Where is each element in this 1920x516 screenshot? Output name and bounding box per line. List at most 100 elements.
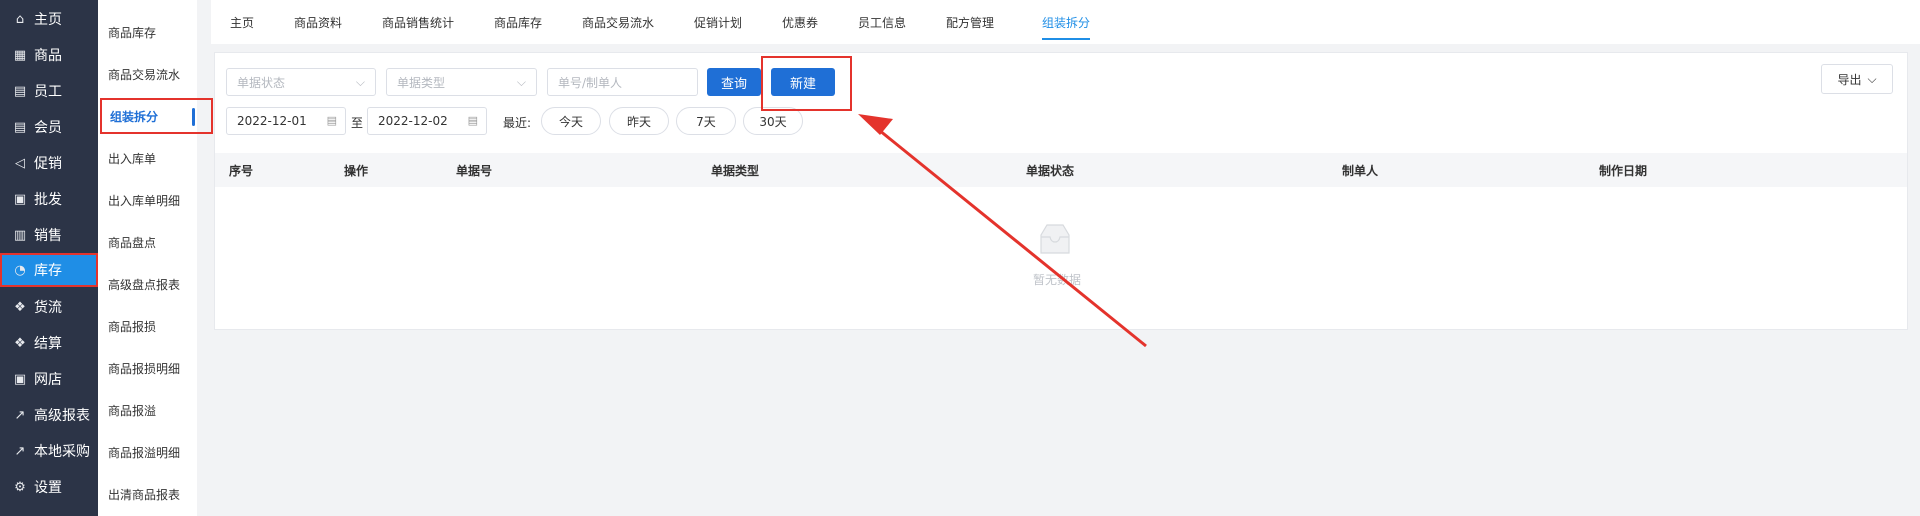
tab-sales-stats[interactable]: 商品销售统计 <box>382 0 454 44</box>
subnav-item-io-orders[interactable]: 出入库单 <box>98 140 197 176</box>
subnav-item-transactions[interactable]: 商品交易流水 <box>98 56 197 92</box>
subnav-item-stocktake[interactable]: 商品盘点 <box>98 224 197 260</box>
gear-icon: ⚙ <box>14 479 26 495</box>
export-label: 导出 <box>1837 72 1862 87</box>
sidebar-item-online-store[interactable]: ▣ 网店 <box>0 362 98 396</box>
tab-recipes[interactable]: 配方管理 <box>946 0 994 44</box>
grid-icon: ▦ <box>13 47 27 63</box>
sidebar-item-inventory[interactable]: ◔ 库存 <box>0 253 98 287</box>
tab-staff-info[interactable]: 员工信息 <box>858 0 906 44</box>
sidebar-item-sales[interactable]: ▥ 销售 <box>0 218 98 252</box>
tab-assembly[interactable]: 组装拆分 <box>1034 0 1098 44</box>
range-today-button[interactable]: 今天 <box>541 107 601 135</box>
sidebar-item-home[interactable]: ⌂ 主页 <box>0 2 98 36</box>
sidebar-item-logistics[interactable]: ❖ 货流 <box>0 290 98 324</box>
calendar-icon: ▤ <box>467 114 478 127</box>
subnav-item-advanced-stocktake[interactable]: 高级盘点报表 <box>98 266 197 302</box>
subnav-item-loss[interactable]: 商品报损 <box>98 308 197 344</box>
sidebar-item-label: 主页 <box>34 12 62 28</box>
tab-coupons[interactable]: 优惠券 <box>782 0 818 44</box>
status-placeholder: 单据状态 <box>237 75 286 90</box>
query-button[interactable]: 查询 <box>707 68 761 96</box>
sidebar-item-label: 高级报表 <box>34 408 90 424</box>
status-select[interactable]: 单据状态 ⌵ <box>226 68 376 96</box>
document-icon: ▣ <box>13 191 27 207</box>
sidebar-item-label: 商品 <box>34 48 62 64</box>
new-button-highlight <box>761 56 852 111</box>
table-header: 序号 操作 单据号 单据类型 单据状态 制单人 制作日期 <box>215 153 1907 187</box>
search-input[interactable]: 单号/制单人 <box>547 68 698 96</box>
sidebar-item-settlement[interactable]: ❖ 结算 <box>0 326 98 360</box>
column-header-creator: 制单人 <box>1342 163 1379 178</box>
sidebar-item-label: 货流 <box>34 300 62 316</box>
tab-bar: 主页 商品资料 商品销售统计 商品库存 商品交易流水 促销计划 优惠券 员工信息… <box>211 0 1920 44</box>
tab-home[interactable]: 主页 <box>230 0 254 44</box>
sidebar-item-label: 本地采购 <box>34 444 90 460</box>
sidebar-item-members[interactable]: ▤ 会员 <box>0 110 98 144</box>
column-header-actions: 操作 <box>344 163 369 178</box>
subnav-item-loss-details[interactable]: 商品报损明细 <box>98 350 197 386</box>
column-header-doc-status: 单据状态 <box>1026 163 1075 178</box>
subnav-item-stock[interactable]: 商品库存 <box>98 14 197 50</box>
chevron-down-icon: ⌵ <box>355 75 365 89</box>
empty-inbox-icon <box>1040 224 1070 254</box>
chevron-down-icon: ⌵ <box>1867 71 1877 86</box>
type-select[interactable]: 单据类型 ⌵ <box>386 68 537 96</box>
date-to-value: 2022-12-02 <box>378 114 448 128</box>
range-yesterday-button[interactable]: 昨天 <box>609 107 669 135</box>
active-indicator <box>192 108 195 126</box>
date-from-value: 2022-12-01 <box>237 114 307 128</box>
sidebar-item-promotion[interactable]: ◁ 促销 <box>0 146 98 180</box>
subnav-item-label: 组装拆分 <box>110 109 159 124</box>
trend-icon: ↗ <box>14 443 26 459</box>
sidebar-item-settings[interactable]: ⚙ 设置 <box>0 470 98 504</box>
export-button[interactable]: 导出 ⌵ <box>1821 64 1893 94</box>
main-sidebar: ⌂ 主页 ▦ 商品 ▤ 员工 ▤ 会员 ◁ 促销 ▣ 批发 ▥ 销售 ◔ 库存 ❖ 货流 ❖ 结算 … <box>0 0 98 516</box>
subnav-item-overflow-details[interactable]: 商品报溢明细 <box>98 434 197 470</box>
sidebar-item-label: 销售 <box>34 228 62 244</box>
recent-label: 最近: <box>503 116 532 130</box>
sidebar-item-label: 结算 <box>34 336 62 352</box>
calendar-icon: ▤ <box>326 114 337 127</box>
sidebar-item-label: 库存 <box>34 263 62 279</box>
tab-promotion-plan[interactable]: 促销计划 <box>694 0 742 44</box>
range-30days-button[interactable]: 30天 <box>743 107 803 135</box>
date-to-field[interactable]: 2022-12-02 ▤ <box>367 107 487 135</box>
chevron-down-icon: ⌵ <box>516 75 526 89</box>
sidebar-item-wholesale[interactable]: ▣ 批发 <box>0 182 98 216</box>
subnav-item-overflow[interactable]: 商品报溢 <box>98 392 197 428</box>
column-header-created-date: 制作日期 <box>1599 163 1648 178</box>
inventory-subnav: 商品库存 商品交易流水 组装拆分 出入库单 出入库单明细 商品盘点 高级盘点报表… <box>98 0 213 516</box>
megaphone-icon: ◁ <box>15 155 25 171</box>
column-header-doc-no: 单据号 <box>456 163 493 178</box>
subnav-item-assembly[interactable]: 组装拆分 <box>100 98 213 134</box>
date-from-field[interactable]: 2022-12-01 ▤ <box>226 107 346 135</box>
sidebar-item-label: 设置 <box>34 480 62 496</box>
subnav-item-clearance-report[interactable]: 出清商品报表 <box>98 476 197 512</box>
pie-chart-icon: ◔ <box>14 262 26 278</box>
tab-transactions[interactable]: 商品交易流水 <box>582 0 654 44</box>
column-header-index: 序号 <box>229 163 254 178</box>
gift-icon: ▣ <box>13 371 27 387</box>
line-chart-icon: ↗ <box>14 407 26 423</box>
tab-product-info[interactable]: 商品资料 <box>294 0 342 44</box>
sidebar-item-staff[interactable]: ▤ 员工 <box>0 74 98 108</box>
sidebar-item-label: 员工 <box>34 84 62 100</box>
sidebar-item-products[interactable]: ▦ 商品 <box>0 38 98 72</box>
home-icon: ⌂ <box>15 11 25 27</box>
sidebar-item-label: 批发 <box>34 192 62 208</box>
subnav-item-io-details[interactable]: 出入库单明细 <box>98 182 197 218</box>
search-placeholder: 单号/制单人 <box>558 75 623 90</box>
sidebar-item-local-purchase[interactable]: ↗ 本地采购 <box>0 434 98 468</box>
column-header-doc-type: 单据类型 <box>711 163 760 178</box>
cube-icon: ❖ <box>14 299 26 315</box>
type-placeholder: 单据类型 <box>397 75 446 90</box>
bar-chart-icon: ▥ <box>13 227 27 243</box>
tab-stock[interactable]: 商品库存 <box>494 0 542 44</box>
range-7days-button[interactable]: 7天 <box>676 107 736 135</box>
id-card-icon: ▤ <box>13 83 27 99</box>
sidebar-item-advanced-reports[interactable]: ↗ 高级报表 <box>0 398 98 432</box>
main-panel: 单据状态 ⌵ 单据类型 ⌵ 单号/制单人 查询 新建 2022-12-01 ▤ 至 2… <box>214 52 1908 330</box>
date-separator: 至 <box>351 116 364 130</box>
sidebar-item-label: 会员 <box>34 120 62 136</box>
